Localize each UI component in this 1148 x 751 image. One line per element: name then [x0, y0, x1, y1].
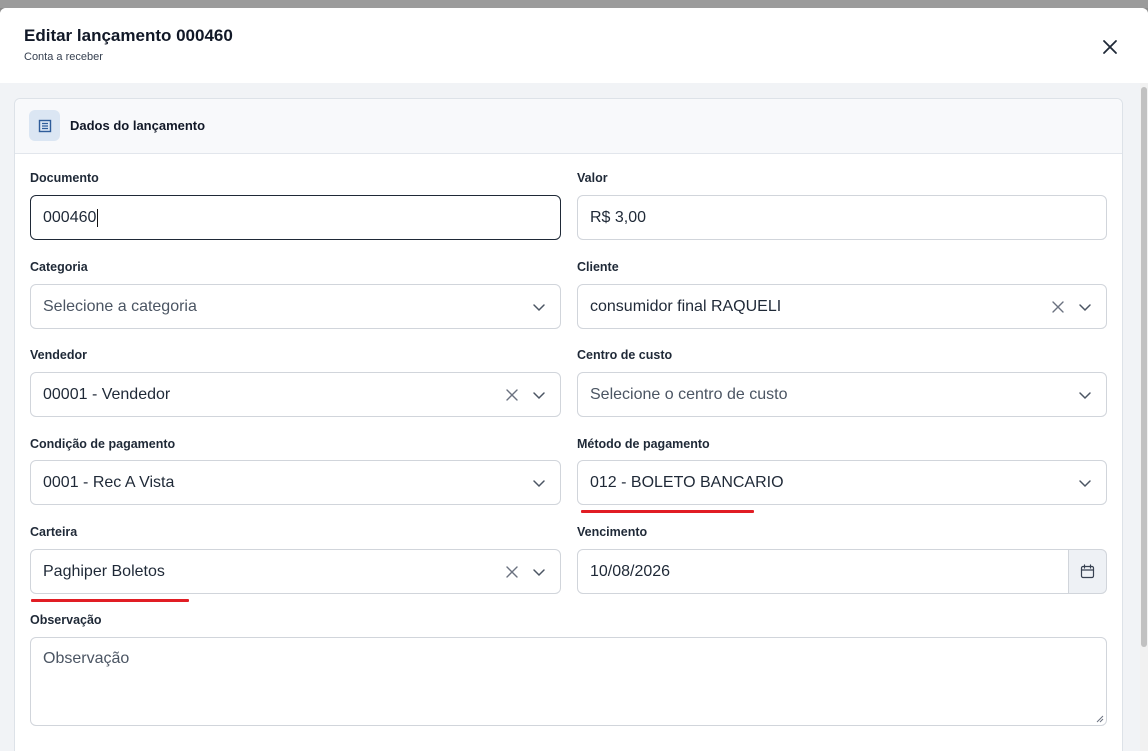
backdrop-strip [0, 0, 1148, 8]
close-icon [1103, 40, 1117, 54]
chevron-down-icon[interactable] [531, 299, 547, 315]
modal-header: Editar lançamento 000460 Conta a receber [0, 8, 1148, 83]
chevron-down-icon[interactable] [531, 475, 547, 491]
cliente-select[interactable]: consumidor final RAQUELI [577, 284, 1107, 329]
modal-title: Editar lançamento 000460 [24, 26, 233, 45]
modal-body: Dados do lançamento Documento 000460 Val… [0, 83, 1140, 751]
carteira-value: Paghiper Boletos [43, 562, 165, 580]
scrollbar-thumb[interactable] [1141, 87, 1147, 647]
chevron-down-icon[interactable] [1077, 475, 1093, 491]
categoria-label: Categoria [30, 260, 88, 274]
highlight-underline [581, 510, 754, 513]
observacao-label: Observação [30, 613, 102, 627]
chevron-down-icon[interactable] [1077, 387, 1093, 403]
calendar-button[interactable] [1069, 549, 1107, 594]
document-icon [29, 110, 60, 141]
vendedor-select[interactable]: 00001 - Vendedor [30, 372, 561, 417]
card-title: Dados do lançamento [70, 118, 206, 133]
chevron-down-icon[interactable] [531, 564, 547, 580]
valor-value: R$ 3,00 [590, 208, 647, 226]
categoria-placeholder: Selecione a categoria [43, 297, 197, 315]
highlight-underline [31, 599, 189, 602]
chevron-down-icon[interactable] [531, 387, 547, 403]
vencimento-label: Vencimento [577, 525, 648, 539]
resize-grip-icon[interactable] [1096, 715, 1104, 723]
documento-input[interactable]: 000460 [30, 195, 561, 240]
documento-label: Documento [30, 171, 99, 185]
valor-input[interactable]: R$ 3,00 [577, 195, 1107, 240]
categoria-select[interactable]: Selecione a categoria [30, 284, 561, 329]
cliente-value: consumidor final RAQUELI [590, 297, 782, 315]
observacao-textarea[interactable]: Observação [30, 637, 1107, 726]
modal-subtitle: Conta a receber [24, 51, 103, 63]
condicao-pagamento-value: 0001 - Rec A Vista [43, 473, 175, 491]
metodo-pagamento-select[interactable]: 012 - BOLETO BANCARIO [577, 460, 1107, 505]
condicao-pagamento-select[interactable]: 0001 - Rec A Vista [30, 460, 561, 505]
close-button[interactable] [1098, 35, 1122, 59]
vencimento-input[interactable]: 10/08/2026 [577, 549, 1069, 594]
observacao-placeholder: Observação [43, 650, 130, 667]
clear-icon[interactable] [504, 564, 520, 580]
centro-custo-label: Centro de custo [577, 348, 673, 362]
vendedor-value: 00001 - Vendedor [43, 385, 171, 403]
chevron-down-icon[interactable] [1077, 299, 1093, 315]
edit-entry-modal: Editar lançamento 000460 Conta a receber… [0, 8, 1148, 751]
carteira-select[interactable]: Paghiper Boletos [30, 549, 561, 594]
clear-icon[interactable] [1050, 299, 1066, 315]
card-header: Dados do lançamento [15, 99, 1122, 154]
clear-icon[interactable] [504, 387, 520, 403]
vendedor-label: Vendedor [30, 348, 87, 362]
centro-custo-select[interactable]: Selecione o centro de custo [577, 372, 1107, 417]
metodo-pagamento-label: Método de pagamento [577, 437, 710, 451]
cliente-label: Cliente [577, 260, 619, 274]
valor-label: Valor [577, 171, 608, 185]
carteira-label: Carteira [30, 525, 78, 539]
entry-data-card: Dados do lançamento Documento 000460 Val… [14, 98, 1123, 751]
calendar-icon [1080, 564, 1095, 579]
text-caret [97, 208, 99, 227]
documento-value: 000460 [43, 208, 97, 226]
condicao-pagamento-label: Condição de pagamento [30, 437, 176, 451]
vencimento-value: 10/08/2026 [590, 562, 671, 580]
centro-custo-placeholder: Selecione o centro de custo [590, 385, 788, 403]
metodo-pagamento-value: 012 - BOLETO BANCARIO [590, 473, 784, 491]
